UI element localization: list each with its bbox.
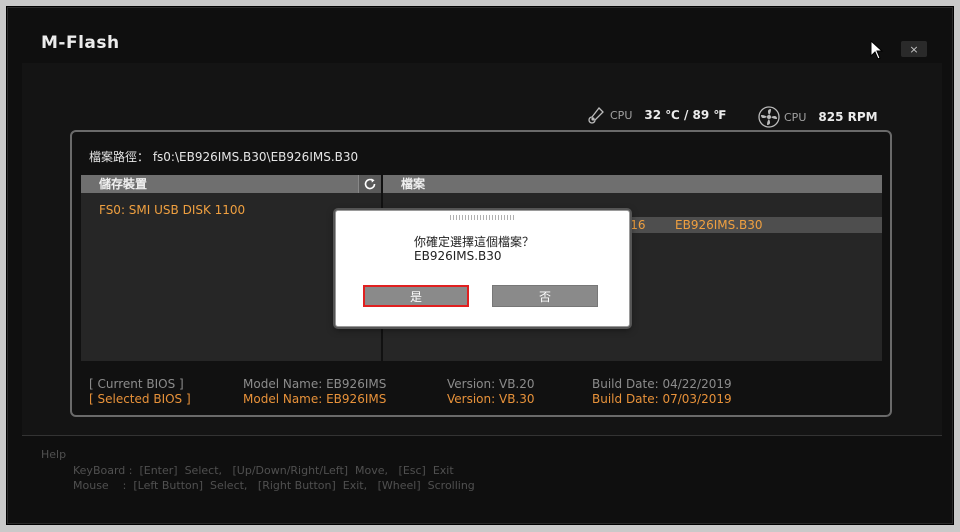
storage-device-item[interactable]: FS0: SMI USB DISK 1100 — [99, 203, 245, 217]
close-button[interactable]: × — [901, 41, 927, 57]
yes-button[interactable]: 是 — [363, 285, 469, 307]
dialog-drag-handle[interactable] — [450, 215, 514, 220]
thermometer-icon — [588, 107, 604, 124]
cpu-temp-label: CPU — [610, 108, 633, 122]
selected-bios-row: [ Selected BIOS ] Model Name: EB926IMS V… — [89, 392, 879, 407]
cpu-fan-label: CPU — [784, 110, 807, 124]
selected-bios-version: Version: VB.30 — [447, 392, 535, 406]
mouse-pointer-icon — [870, 40, 884, 60]
storage-device-header: 儲存裝置 — [81, 175, 381, 193]
file-path: 檔案路徑： fs0:\EB926IMS.B30\EB926IMS.B30 — [89, 150, 359, 164]
help-divider — [22, 435, 942, 436]
current-bios-row: [ Current BIOS ] Model Name: EB926IMS Ve… — [89, 377, 879, 392]
no-button[interactable]: 否 — [492, 285, 598, 307]
current-bios-label: [ Current BIOS ] — [89, 377, 184, 391]
cpu-temp-value: 32 ℃ / 89 ℉ — [644, 108, 727, 122]
selected-bios-label: [ Selected BIOS ] — [89, 392, 191, 406]
dialog-question: 你確定選擇這個檔案？ — [414, 235, 535, 249]
confirm-dialog: 你確定選擇這個檔案？ EB926IMS.B30 是 否 — [335, 210, 630, 327]
selected-bios-model: Model Name: EB926IMS — [243, 392, 387, 406]
help-keyboard: KeyBoard : [Enter] Select, [Up/Down/Righ… — [73, 464, 454, 477]
refresh-button[interactable] — [358, 175, 381, 193]
app-title: M-Flash — [41, 33, 120, 53]
dialog-filename: EB926IMS.B30 — [414, 249, 502, 263]
bios-info: [ Current BIOS ] Model Name: EB926IMS Ve… — [89, 377, 879, 407]
mflash-window: M-Flash × CPU 32 ℃ / 89 ℉ CPU 825 RPM 檔案… — [7, 7, 953, 524]
file-row-name: EB926IMS.B30 — [675, 218, 763, 232]
cpu-temperature: CPU 32 ℃ / 89 ℉ — [588, 106, 726, 124]
storage-device-header-label: 儲存裝置 — [99, 177, 148, 191]
file-header: 檔案 — [383, 175, 882, 193]
selected-bios-build: Build Date: 07/03/2019 — [592, 392, 732, 406]
help-section: Help KeyBoard : [Enter] Select, [Up/Down… — [41, 448, 475, 492]
refresh-icon — [364, 178, 376, 190]
current-bios-model: Model Name: EB926IMS — [243, 377, 387, 391]
cpu-fan-value: 825 RPM — [818, 110, 878, 124]
current-bios-version: Version: VB.20 — [447, 377, 535, 391]
cpu-fan-speed: CPU 825 RPM — [758, 106, 878, 128]
help-title: Help — [41, 448, 67, 461]
current-bios-build: Build Date: 04/22/2019 — [592, 377, 732, 391]
help-mouse: Mouse : [Left Button] Select, [Right But… — [73, 479, 475, 492]
fan-icon — [758, 106, 780, 128]
